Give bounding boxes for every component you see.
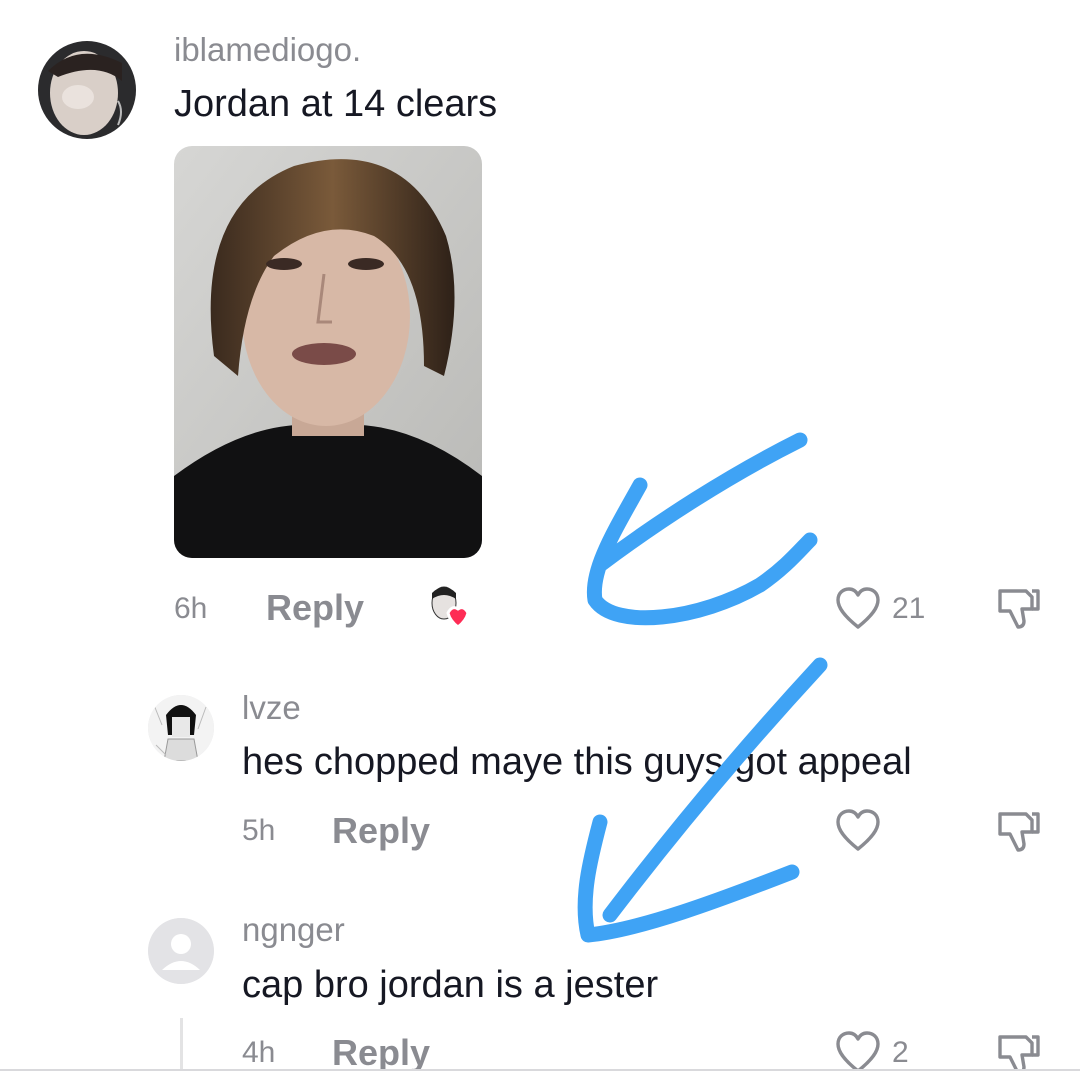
comment-username[interactable]: iblamediogo. — [174, 32, 361, 68]
comment-text: hes chopped maye this guys got appeal — [242, 741, 912, 783]
comment-timestamp: 4h — [242, 1036, 276, 1069]
creator-liked-badge — [426, 583, 474, 629]
like-count: 2 — [892, 1036, 909, 1069]
avatar[interactable] — [148, 695, 214, 761]
heart-icon[interactable] — [835, 587, 881, 631]
dislike-icon[interactable] — [996, 808, 1042, 854]
reply-button[interactable]: Reply — [332, 1033, 430, 1073]
default-avatar-icon[interactable] — [148, 918, 214, 984]
reply-button[interactable]: Reply — [332, 811, 430, 851]
avatar[interactable] — [38, 41, 136, 139]
dislike-icon[interactable] — [996, 585, 1042, 631]
heart-icon[interactable] — [835, 809, 881, 853]
comment-timestamp: 5h — [242, 814, 276, 847]
comment-image[interactable] — [174, 146, 482, 558]
arrow-lower — [577, 657, 828, 943]
annotation-arrows — [577, 432, 828, 943]
comment-text: Jordan at 14 clears — [174, 83, 498, 125]
bottom-divider — [0, 1069, 1080, 1087]
comment-username[interactable]: lvze — [242, 690, 301, 726]
like-count: 21 — [892, 592, 926, 625]
arrow-upper — [586, 432, 818, 626]
comment-timestamp: 6h — [174, 592, 208, 625]
reply-button[interactable]: Reply — [266, 588, 364, 628]
comment-text: cap bro jordan is a jester — [242, 964, 659, 1006]
comment-username[interactable]: ngnger — [242, 912, 345, 948]
